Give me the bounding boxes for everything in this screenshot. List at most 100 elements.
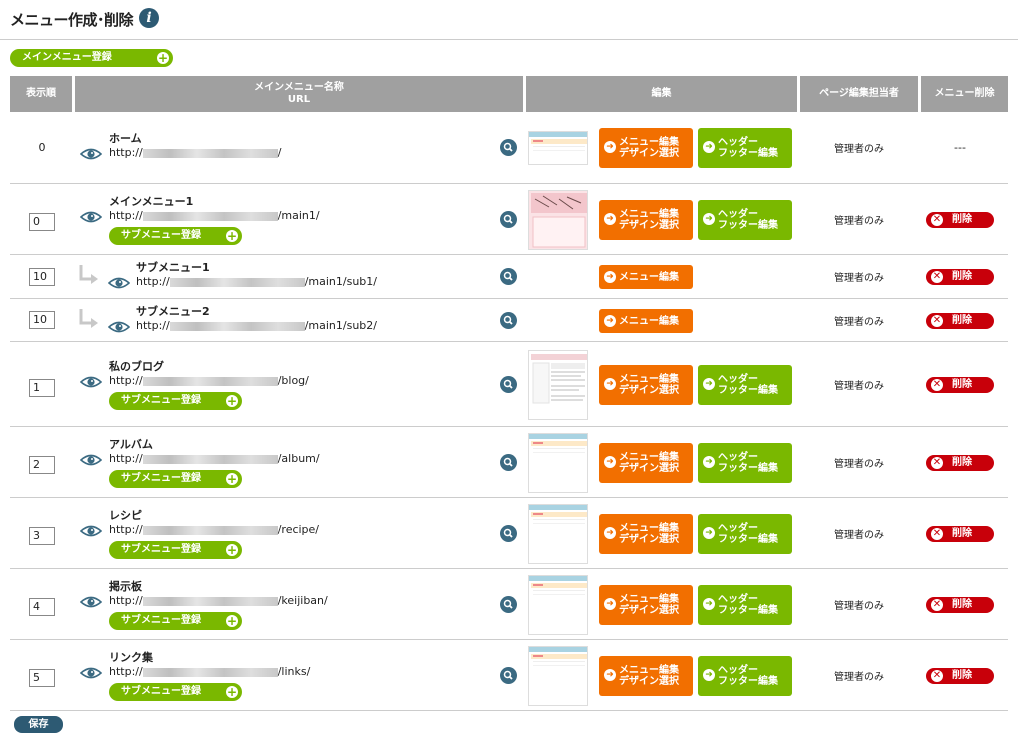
menu-name: ホーム <box>109 132 142 145</box>
preview-eye-icon[interactable] <box>80 211 102 223</box>
menu-url[interactable]: http:// /main1/sub2/ <box>136 319 377 333</box>
delete-button[interactable]: ✕ 削除 <box>926 455 994 471</box>
menu-url[interactable]: http:// /links/ <box>109 665 310 679</box>
sub-menu-register-button[interactable]: サブメニュー登録 + <box>109 227 242 245</box>
header-label: ヘッダー <box>718 137 758 148</box>
page-thumbnail[interactable] <box>528 190 588 250</box>
preview-eye-icon[interactable] <box>80 667 102 679</box>
blurred-domain <box>142 211 278 221</box>
delete-button[interactable]: ✕ 削除 <box>926 668 994 684</box>
magnify-icon[interactable] <box>500 667 517 684</box>
main-menu-register-button[interactable]: メインメニュー登録 + <box>10 49 173 67</box>
table-row: 4 掲示板 http:///keijiban/サブメニュー登録 + ➜ メニュー編集デ… <box>10 569 1008 640</box>
menu-edit-label: メニュー編集 <box>619 452 679 463</box>
menu-edit-design-button[interactable]: ➜ メニュー編集 デザイン選択 <box>599 514 693 554</box>
page-thumbnail[interactable] <box>528 433 588 493</box>
page-thumbnail[interactable] <box>528 350 588 420</box>
order-input[interactable]: 10 <box>29 311 55 329</box>
menu-name-block: サブメニュー1 http:// /main1/sub1/ <box>136 261 377 289</box>
order-input[interactable]: 2 <box>29 456 55 474</box>
delete-button[interactable]: ✕ 削除 <box>926 597 994 613</box>
delete-label: 削除 <box>952 457 972 468</box>
preview-eye-icon[interactable] <box>80 525 102 537</box>
magnify-icon[interactable] <box>500 268 517 285</box>
magnify-icon[interactable] <box>500 376 517 393</box>
arrow-right-icon: ➜ <box>604 271 616 283</box>
table-row: 0 メインメニュー1 http:///main1/サブメニュー登録 + ➜ メニュー編… <box>10 184 1008 255</box>
menu-url[interactable]: http:// /keijiban/ <box>109 594 328 608</box>
menu-name-block: 私のブログ http:// /blog/サブメニュー登録 + <box>109 360 309 410</box>
delete-button[interactable]: ✕ 削除 <box>926 377 994 393</box>
order-cell: 4 <box>10 569 74 639</box>
menu-url[interactable]: http:// /main1/sub1/ <box>136 275 377 289</box>
delete-button[interactable]: ✕ 削除 <box>926 269 994 285</box>
order-input[interactable]: 1 <box>29 379 55 397</box>
order-input[interactable]: 4 <box>29 598 55 616</box>
page-editor-cell: 管理者のみ <box>800 342 918 426</box>
preview-eye-icon[interactable] <box>80 454 102 466</box>
delete-button[interactable]: ✕ 削除 <box>926 212 994 228</box>
menu-url[interactable]: http:// /main1/ <box>109 209 320 223</box>
sub-menu-register-button[interactable]: サブメニュー登録 + <box>109 683 242 701</box>
order-input[interactable]: 3 <box>29 527 55 545</box>
sub-menu-register-button[interactable]: サブメニュー登録 + <box>109 541 242 559</box>
magnify-icon[interactable] <box>500 312 517 329</box>
save-button[interactable]: 保存 <box>14 716 63 733</box>
page-thumbnail[interactable] <box>528 646 588 706</box>
order-input[interactable]: 0 <box>29 213 55 231</box>
url-suffix: / <box>277 146 282 159</box>
url-prefix: http:// <box>109 665 143 678</box>
magnify-icon[interactable] <box>500 211 517 228</box>
menu-name: リンク集 <box>109 651 153 664</box>
sub-menu-register-label: サブメニュー登録 <box>121 230 201 241</box>
page-editor-cell: 管理者のみ <box>800 498 918 568</box>
preview-eye-icon[interactable] <box>108 277 130 289</box>
menu-edit-design-button[interactable]: ➜ メニュー編集 デザイン選択 <box>599 443 693 483</box>
header-footer-edit-button[interactable]: ➜ ヘッダー フッター編集 <box>698 585 792 625</box>
menu-url[interactable]: http:// / <box>109 146 281 160</box>
header-footer-edit-button[interactable]: ➜ ヘッダー フッター編集 <box>698 200 792 240</box>
magnify-icon[interactable] <box>500 139 517 156</box>
arrow-right-icon: ➜ <box>703 456 715 468</box>
menu-edit-button[interactable]: ➜ メニュー編集 <box>599 309 693 333</box>
design-select-label: デザイン選択 <box>619 148 679 159</box>
page-thumbnail[interactable] <box>528 575 588 635</box>
page-editor-cell: 管理者のみ <box>800 184 918 254</box>
header-footer-edit-button[interactable]: ➜ ヘッダー フッター編集 <box>698 656 792 696</box>
preview-eye-icon[interactable] <box>80 148 102 160</box>
order-input[interactable]: 10 <box>29 267 55 286</box>
sub-menu-register-button[interactable]: サブメニュー登録 + <box>109 612 242 630</box>
order-cell: 2 <box>10 427 74 497</box>
order-input[interactable]: 5 <box>29 669 55 687</box>
menu-edit-design-button[interactable]: ➜ メニュー編集 デザイン選択 <box>599 128 693 168</box>
delete-button[interactable]: ✕ 削除 <box>926 313 994 329</box>
sub-menu-register-button[interactable]: サブメニュー登録 + <box>109 470 242 488</box>
menu-edit-design-button[interactable]: ➜ メニュー編集 デザイン選択 <box>599 365 693 405</box>
page-thumbnail[interactable] <box>528 504 588 564</box>
preview-eye-icon[interactable] <box>108 321 130 333</box>
menu-edit-design-button[interactable]: ➜ メニュー編集 デザイン選択 <box>599 656 693 696</box>
sub-menu-register-button[interactable]: サブメニュー登録 + <box>109 392 242 410</box>
menu-url[interactable]: http:// /album/ <box>109 452 320 466</box>
magnify-icon[interactable] <box>500 454 517 471</box>
info-icon[interactable]: i <box>139 8 159 28</box>
menu-url[interactable]: http:// /blog/ <box>109 374 309 388</box>
menu-edit-button[interactable]: ➜ メニュー編集 <box>599 265 693 289</box>
magnify-icon[interactable] <box>500 525 517 542</box>
table-row: 10 サブメニュー2 http:// /main1/sub2/ ➜ メニュー編集 管理者… <box>10 299 1008 342</box>
magnify-icon[interactable] <box>500 596 517 613</box>
page-editor-value: 管理者のみ <box>834 144 884 155</box>
header-footer-edit-button[interactable]: ➜ ヘッダー フッター編集 <box>698 365 792 405</box>
arrow-right-icon: ➜ <box>604 213 616 225</box>
footer-edit-label: フッター編集 <box>718 463 778 474</box>
menu-edit-design-button[interactable]: ➜ メニュー編集 デザイン選択 <box>599 585 693 625</box>
preview-eye-icon[interactable] <box>80 596 102 608</box>
preview-eye-icon[interactable] <box>80 376 102 388</box>
delete-button[interactable]: ✕ 削除 <box>926 526 994 542</box>
header-footer-edit-button[interactable]: ➜ ヘッダー フッター編集 <box>698 443 792 483</box>
header-footer-edit-button[interactable]: ➜ ヘッダー フッター編集 <box>698 514 792 554</box>
header-footer-edit-button[interactable]: ➜ ヘッダー フッター編集 <box>698 128 792 168</box>
page-thumbnail[interactable] <box>528 131 588 165</box>
menu-url[interactable]: http:// /recipe/ <box>109 523 319 537</box>
menu-edit-design-button[interactable]: ➜ メニュー編集 デザイン選択 <box>599 200 693 240</box>
